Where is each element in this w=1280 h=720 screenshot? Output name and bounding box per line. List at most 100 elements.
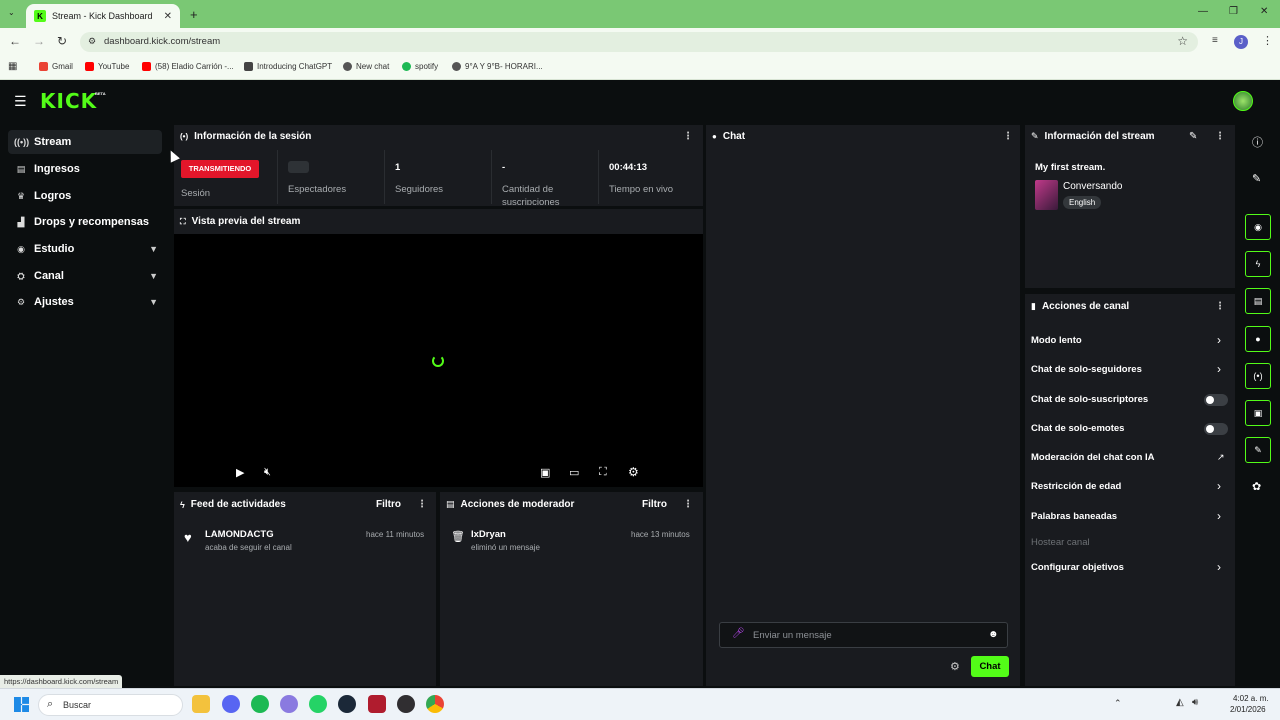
- slow-mode-option[interactable]: Modo lento: [1031, 335, 1082, 346]
- banned-words-option[interactable]: Palabras baneadas: [1031, 511, 1117, 522]
- taskbar-search[interactable]: ⌕ Buscar: [38, 694, 183, 716]
- sidebar-item-stream[interactable]: ((•)) Stream: [8, 130, 162, 154]
- rail-document-button[interactable]: ▤: [1245, 288, 1271, 314]
- chevron-right-icon[interactable]: ›: [1217, 560, 1221, 574]
- pencil-icon[interactable]: ✎: [1252, 172, 1261, 185]
- stream-info-menu-icon[interactable]: ⋮: [1215, 131, 1225, 142]
- microphone-icon[interactable]: 🎤︎: [732, 628, 745, 639]
- pip-icon[interactable]: ▣: [540, 466, 550, 479]
- tab-close-icon[interactable]: ✕: [164, 11, 172, 22]
- chat-input[interactable]: 🎤︎ Enviar un mensaje ☻: [719, 622, 1008, 648]
- mod-menu-icon[interactable]: ⋮: [683, 499, 693, 510]
- sidebar-item-ingresos[interactable]: ▤ Ingresos: [8, 157, 162, 181]
- chat-settings-icon[interactable]: ⚙: [950, 660, 960, 673]
- activity-filter-button[interactable]: Filtro: [376, 499, 401, 510]
- sidebar-item-canal[interactable]: ⛭ Canal ▼: [8, 264, 162, 288]
- rail-layout-button[interactable]: ▣: [1245, 400, 1271, 426]
- fullscreen-icon[interactable]: ⛶: [599, 466, 607, 479]
- rail-broadcast-button[interactable]: (•): [1245, 363, 1271, 389]
- discord-icon[interactable]: [222, 695, 240, 713]
- add-widget-icon[interactable]: ✿: [1252, 480, 1261, 493]
- external-link-icon[interactable]: ↗: [1217, 452, 1225, 463]
- restore-button[interactable]: ❐: [1229, 6, 1238, 17]
- rail-wrench-button[interactable]: ✎: [1245, 437, 1271, 463]
- chevron-right-icon[interactable]: ›: [1217, 509, 1221, 523]
- chrome-icon[interactable]: [426, 695, 444, 713]
- forward-icon[interactable]: →: [33, 34, 45, 48]
- host-channel-option: Hostear canal: [1031, 537, 1090, 548]
- minimize-button[interactable]: —: [1198, 6, 1208, 17]
- media-control-icon[interactable]: ≡: [1212, 35, 1218, 46]
- obs-icon[interactable]: [397, 695, 415, 713]
- play-icon[interactable]: ▶: [236, 466, 244, 479]
- tray-time[interactable]: 4:02 a. m.: [1233, 694, 1269, 703]
- tray-date[interactable]: 2/01/2026: [1230, 705, 1266, 714]
- sidebar-item-drops[interactable]: ▟ Drops y recompensas: [8, 210, 162, 234]
- steam-icon[interactable]: [338, 695, 356, 713]
- user-avatar[interactable]: [1233, 91, 1253, 111]
- settings-gear-icon[interactable]: ⚙: [628, 465, 639, 479]
- session-menu-icon[interactable]: ⋮: [683, 131, 693, 142]
- mod-user[interactable]: IxDryan: [471, 529, 506, 540]
- chevron-down-icon: ▼: [149, 244, 158, 254]
- loading-spinner-icon: [432, 355, 444, 367]
- tray-volume-icon[interactable]: 🔊︎: [1192, 697, 1198, 708]
- chat-menu-icon[interactable]: ⋮: [1003, 131, 1013, 142]
- rail-camera-button[interactable]: ◉: [1245, 214, 1271, 240]
- window-close-button[interactable]: ✕: [1260, 6, 1268, 17]
- theater-icon[interactable]: ▭: [569, 466, 579, 479]
- bookmark-youtube[interactable]: YouTube: [85, 62, 129, 71]
- tray-wifi-icon[interactable]: ◭: [1176, 697, 1184, 708]
- bookmark-new-chat[interactable]: New chat: [343, 62, 389, 71]
- tray-chevron-icon[interactable]: ⌃: [1114, 698, 1122, 709]
- file-explorer-icon[interactable]: [192, 695, 210, 713]
- back-icon[interactable]: ←: [9, 34, 21, 48]
- reload-icon[interactable]: ↻: [57, 34, 67, 48]
- subscribers-only-toggle[interactable]: [1204, 394, 1228, 406]
- activity-menu-icon[interactable]: ⋮: [417, 499, 427, 510]
- profile-avatar[interactable]: J: [1234, 35, 1248, 49]
- bookmark-spotify[interactable]: spotify: [402, 62, 438, 71]
- bookmark-gmail[interactable]: Gmail: [39, 62, 73, 71]
- url-bar[interactable]: ⚙ dashboard.kick.com/stream ☆: [80, 32, 1198, 52]
- bookmark-star-icon[interactable]: ☆: [1177, 34, 1188, 48]
- roblox-icon[interactable]: [368, 695, 386, 713]
- chevron-right-icon[interactable]: ›: [1217, 479, 1221, 493]
- chat-send-button[interactable]: Chat: [971, 656, 1009, 677]
- category-name[interactable]: Conversando: [1063, 181, 1122, 192]
- configure-goals-option[interactable]: Configurar objetivos: [1031, 562, 1124, 573]
- sidebar-item-estudio[interactable]: ◉ Estudio ▼: [8, 237, 162, 261]
- mod-filter-button[interactable]: Filtro: [642, 499, 667, 510]
- emoji-icon[interactable]: ☻: [988, 629, 999, 640]
- mute-icon[interactable]: 🔇︎: [264, 466, 271, 479]
- browser-menu-icon[interactable]: ⋮: [1262, 34, 1273, 47]
- info-icon[interactable]: ⓘ: [1252, 134, 1263, 150]
- spotify-icon[interactable]: [251, 695, 269, 713]
- edit-pencil-icon[interactable]: ✎: [1189, 131, 1197, 142]
- age-restriction-option[interactable]: Restricción de edad: [1031, 481, 1121, 492]
- chevron-right-icon[interactable]: ›: [1217, 333, 1221, 347]
- ai-moderation-option[interactable]: Moderación del chat con IA: [1031, 452, 1155, 463]
- whatsapp-icon[interactable]: [309, 695, 327, 713]
- sidebar-item-logros[interactable]: ♛ Logros: [8, 184, 162, 208]
- tab-search-button[interactable]: ⌄: [8, 8, 20, 20]
- rail-bolt-button[interactable]: ϟ: [1245, 251, 1271, 277]
- new-tab-button[interactable]: +: [190, 7, 198, 22]
- trophy-icon: ♛: [16, 190, 26, 201]
- followers-only-option[interactable]: Chat de solo-seguidores: [1031, 364, 1142, 375]
- chevron-right-icon[interactable]: ›: [1217, 362, 1221, 376]
- bookmark-eladio[interactable]: (58) Eladio Carrión -...: [142, 62, 234, 71]
- site-info-icon[interactable]: ⚙: [88, 36, 96, 47]
- bookmark-horario[interactable]: 9°A Y 9°B- HORARI...: [452, 62, 543, 71]
- bookmark-chatgpt[interactable]: Introducing ChatGPT: [244, 62, 332, 71]
- activity-user[interactable]: LAMONDACTG: [205, 529, 274, 540]
- channel-actions-menu-icon[interactable]: ⋮: [1215, 301, 1225, 312]
- browser-tab[interactable]: K Stream - Kick Dashboard ✕: [26, 4, 180, 28]
- kick-logo[interactable]: KICK: [40, 89, 97, 113]
- hamburger-menu-icon[interactable]: ☰: [14, 93, 27, 110]
- emotes-only-toggle[interactable]: [1204, 423, 1228, 435]
- app-icon[interactable]: [280, 695, 298, 713]
- sidebar-item-ajustes[interactable]: ⚙ Ajustes ▼: [8, 290, 162, 314]
- apps-grid-icon[interactable]: ▦: [8, 61, 17, 72]
- rail-chat-button[interactable]: ●: [1245, 326, 1271, 352]
